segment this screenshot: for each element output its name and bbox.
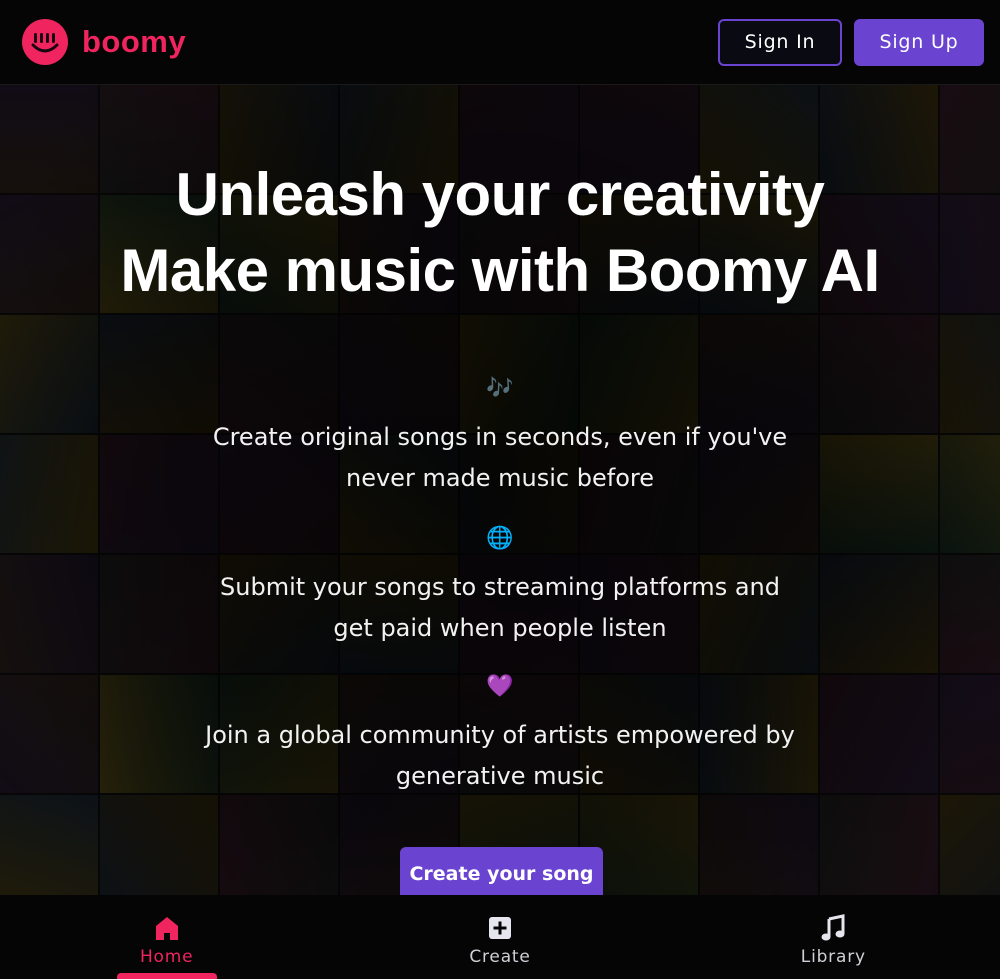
hero-headline: Unleash your creativity Make music with … [0,157,1000,309]
active-tab-indicator [116,973,217,979]
headline-line-2: Make music with Boomy AI [120,237,880,304]
sign-in-button[interactable]: Sign In [718,18,842,66]
feature-text: Submit your songs to streaming platforms… [220,573,780,642]
plus-square-icon [488,917,511,939]
top-bar: boomy Sign In Sign Up [0,0,1000,85]
headline-line-1: Unleash your creativity [175,161,825,228]
boomy-logo-icon [22,19,68,65]
nav-item-home[interactable]: Home [0,895,333,979]
hero-content: Unleash your creativity Make music with … [0,85,1000,895]
page: boomy Sign In Sign Up Unleash your creat… [0,0,1000,979]
music-note-icon [821,914,845,941]
brand-name: boomy [82,24,187,59]
nav-item-create[interactable]: Create [333,895,666,979]
home-icon [155,917,178,940]
feature-text: Create original songs in seconds, even i… [212,423,788,492]
musical-notes-icon: 🎶 [486,376,514,401]
sign-up-button[interactable]: Sign Up [854,18,984,66]
create-song-button[interactable]: Create your song [400,847,603,895]
nav-label-create: Create [469,947,531,967]
feature-community: 💜 Join a global community of artists emp… [0,673,1000,797]
brand-logo[interactable]: boomy [22,19,186,65]
feature-text: Join a global community of artists empow… [205,721,795,790]
nav-item-library[interactable]: Library [667,895,1000,979]
hero-section: Unleash your creativity Make music with … [0,85,1000,895]
purple-heart-icon: 💜 [486,674,514,699]
nav-label-home: Home [139,947,194,967]
globe-icon: 🌐 [486,526,514,551]
feature-create: 🎶 Create original songs in seconds, even… [0,375,1000,499]
nav-label-library: Library [800,947,866,967]
bottom-navigation: Home Create Library [0,895,1000,979]
auth-buttons: Sign In Sign Up [718,18,984,66]
feature-streaming: 🌐 Submit your songs to streaming platfor… [0,525,1000,649]
